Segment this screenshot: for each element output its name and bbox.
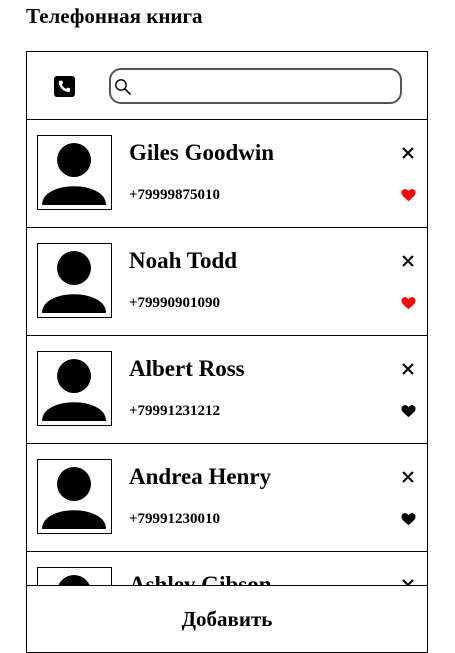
phone-icon[interactable] [54,76,75,97]
contact-name: Andrea Henry [129,464,272,489]
contact-list[interactable]: Giles Goodwin +79999875010 Noah Todd +79… [27,120,427,585]
contact-card[interactable]: Albert Ross +79991231212 [27,336,427,444]
close-icon[interactable] [402,147,414,159]
close-icon[interactable] [402,363,414,375]
search-input[interactable] [135,73,390,99]
avatar [37,351,112,426]
heart-icon[interactable] [401,188,416,202]
avatar [37,567,112,585]
add-contact-button[interactable]: Добавить [27,585,427,652]
contact-name: Giles Goodwin [129,140,275,165]
close-icon[interactable] [402,255,414,267]
contact-name: Noah Todd [129,248,238,273]
contact-card[interactable]: Noah Todd +79990901090 [27,228,427,336]
heart-icon[interactable] [401,512,416,526]
page-title: Телефонная книга [26,4,203,28]
close-icon[interactable] [402,471,414,483]
avatar [37,459,112,534]
contact-name: Ashley Gibson [129,572,272,585]
heart-icon[interactable] [401,296,416,310]
phonebook-panel: Giles Goodwin +79999875010 Noah Todd +79… [26,51,428,653]
contact-name: Albert Ross [129,356,245,381]
contact-phone: +79991231212 [129,403,221,419]
contact-phone: +79999875010 [129,187,221,203]
contact-phone: +79991230010 [129,511,221,527]
contact-card[interactable]: Andrea Henry +79991230010 [27,444,427,552]
contact-phone: +79990901090 [129,295,221,311]
avatar [37,243,112,318]
user-silhouette-icon [58,575,90,585]
search-box [109,68,402,104]
heart-icon[interactable] [401,404,416,418]
user-silhouette-icon [42,143,106,205]
search-bar [27,52,427,120]
contact-card[interactable]: Giles Goodwin +79999875010 [27,120,427,228]
search-icon [115,79,131,95]
avatar [37,135,112,210]
user-silhouette-icon [42,467,106,529]
user-silhouette-icon [42,251,106,313]
contact-card[interactable]: Ashley Gibson [27,552,427,585]
user-silhouette-icon [42,359,106,421]
